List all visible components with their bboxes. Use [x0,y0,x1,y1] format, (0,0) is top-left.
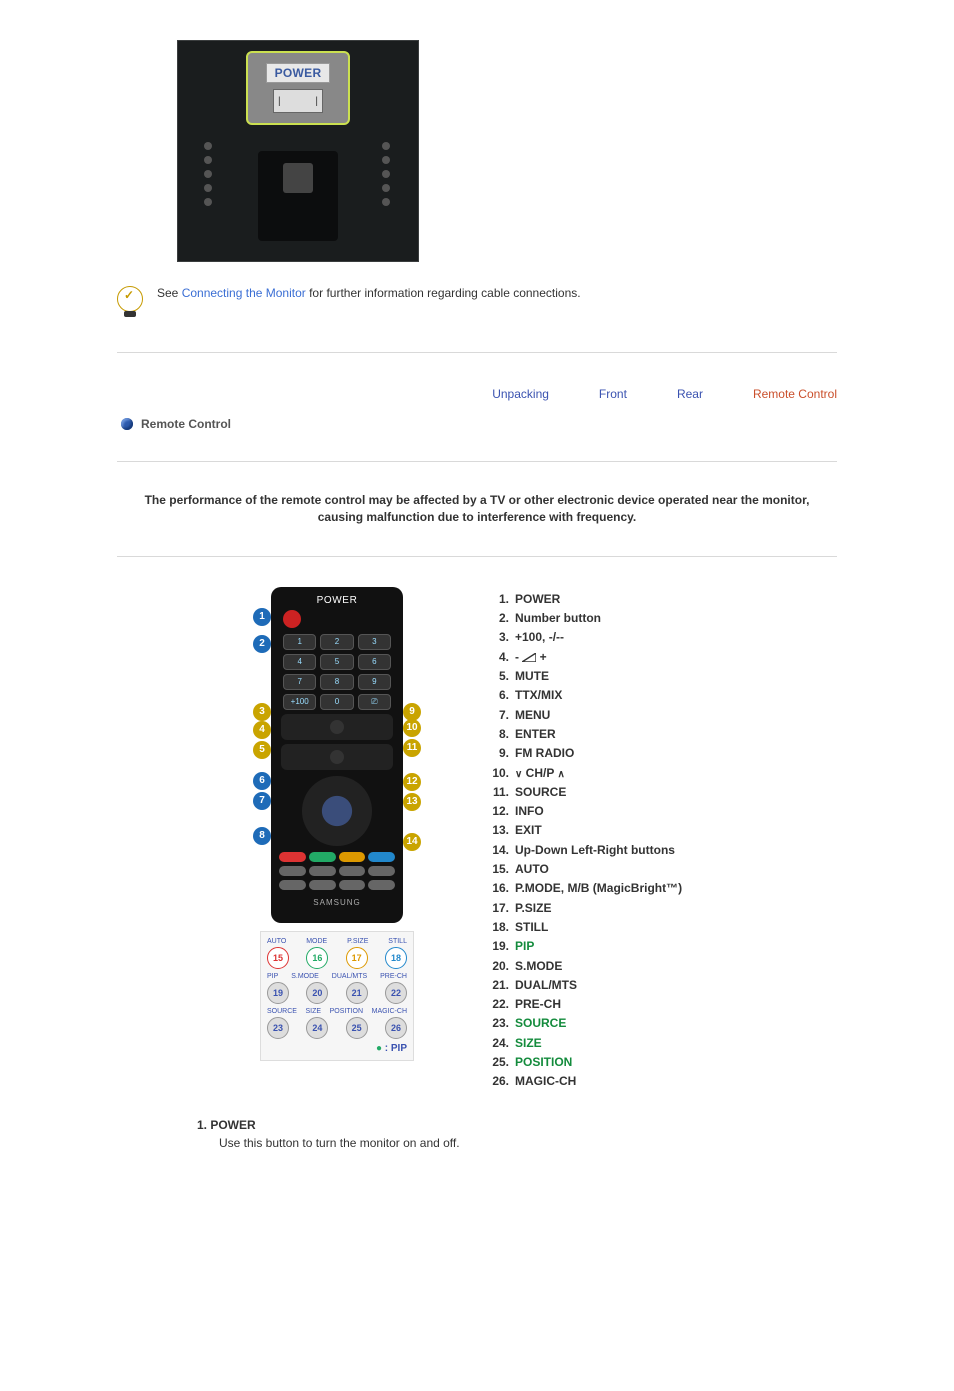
info-text: See Connecting the Monitor for further i… [157,286,581,300]
callout-5: 5 [253,741,271,759]
key-item: 23.SOURCE [487,1016,837,1030]
callout-2: 2 [253,635,271,653]
divider [117,461,837,462]
key-item: 16.P.MODE, M/B (MagicBright™) [487,881,837,895]
callout-4: 4 [253,721,271,739]
tab-unpacking[interactable]: Unpacking [492,387,549,401]
key-item: 3.+100, -/-- [487,630,837,644]
detail-title: POWER [210,1118,255,1132]
callout-14: 14 [403,833,421,851]
remote-brand: SAMSUNG [277,898,397,907]
warning-text: The performance of the remote control ma… [137,492,817,526]
key-item: 24.SIZE [487,1036,837,1050]
key-item: 8.ENTER [487,727,837,741]
callout-8: 8 [253,827,271,845]
key-item: 6.TTX/MIX [487,688,837,702]
key-item: 4.- + [487,650,837,664]
remote-diagram: POWER 123 456 789 +1000⎚ SAMSUNG AUTOMOD… [257,587,417,1094]
section-title: Remote Control [141,417,231,431]
remote-key-list: 1.POWER 2.Number button 3.+100, -/-- 4.- + 5… [487,587,837,1094]
key-item: 14.Up-Down Left-Right buttons [487,843,837,857]
divider [117,556,837,557]
key-item: 9.FM RADIO [487,746,837,760]
key-item: 22.PRE-CH [487,997,837,1011]
callout-11: 11 [403,739,421,757]
remote-numpad: 123 456 789 +1000⎚ [283,634,391,710]
callout-13: 13 [403,793,421,811]
bullet-icon [121,418,133,430]
key-item: 18.STILL [487,920,837,934]
key-item: 2.Number button [487,611,837,625]
key-item: 12.INFO [487,804,837,818]
pip-legend: : PIP [267,1043,407,1054]
key-item: 20.S.MODE [487,959,837,973]
tabs: Unpacking Front Rear Remote Control [77,383,877,411]
key-item: 26.MAGIC-CH [487,1074,837,1088]
remote-grey-row-1 [279,866,395,876]
key-item: 21.DUAL/MTS [487,978,837,992]
key-item: 5.MUTE [487,669,837,683]
rear-panel-photo: POWER || [177,40,419,262]
callout-10: 10 [403,719,421,737]
callout-7: 7 [253,792,271,810]
info-note: See Connecting the Monitor for further i… [117,286,837,312]
power-inlet-icon [258,151,338,241]
callout-1: 1 [253,608,271,626]
key-item: 7.MENU [487,708,837,722]
remote-grey-row-2 [279,880,395,890]
key-item: 25.POSITION [487,1055,837,1069]
callout-3: 3 [253,703,271,721]
remote-power-button [283,610,301,628]
remote-power-label: POWER [277,595,397,606]
section-title-row: Remote Control [121,417,837,431]
key-item: 17.P.SIZE [487,901,837,915]
key-item: 13.EXIT [487,823,837,837]
connecting-monitor-link[interactable]: Connecting the Monitor [182,286,306,300]
key-item: 11.SOURCE [487,785,837,799]
tab-front[interactable]: Front [599,387,627,401]
remote-vol-ch-bar [281,714,393,740]
callout-6: 6 [253,772,271,790]
power-label: POWER [266,63,331,83]
callout-12: 12 [403,773,421,791]
remote-color-row-1 [279,852,395,862]
callout-9: 9 [403,703,421,721]
tab-remote-control[interactable]: Remote Control [753,387,837,401]
screw-holes-right [382,136,392,212]
remote-lower-zoom: AUTOMODEP.SIZESTILL 15161718 PIPS.MODEDU… [260,931,414,1061]
remote-menu-bar [281,744,393,770]
key-item: 1.POWER [487,592,837,606]
key-item: 10.∨ CH/P ∧ [487,766,837,780]
detail-section: 1. POWER Use this button to turn the mon… [197,1118,757,1150]
divider [117,352,837,353]
tab-rear[interactable]: Rear [677,387,703,401]
detail-desc: Use this button to turn the monitor on a… [219,1136,757,1150]
screw-holes-left [204,136,214,212]
key-item: 15.AUTO [487,862,837,876]
note-icon [117,286,143,312]
key-item: 19.PIP [487,939,837,953]
power-switch-icon: || [273,89,323,113]
remote-dpad-icon [302,776,372,846]
power-switch-highlight: POWER || [246,51,350,125]
